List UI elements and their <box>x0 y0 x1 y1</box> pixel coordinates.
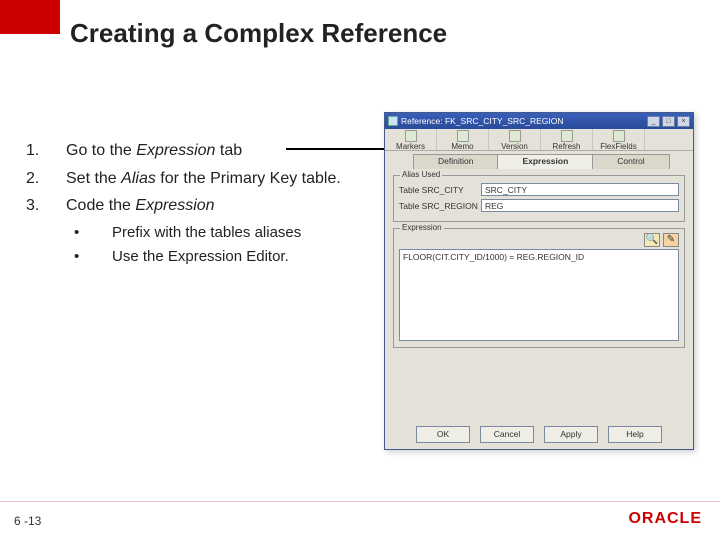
help-button[interactable]: Help <box>608 426 662 443</box>
toolbar-markers[interactable]: Markers <box>385 129 437 150</box>
alias-used-group: Alias Used Table SRC_CITY SRC_CITY Table… <box>393 175 685 222</box>
toolbar-flexfields[interactable]: FlexFields <box>593 129 645 150</box>
memo-icon <box>457 130 469 142</box>
expression-textarea[interactable]: FLOOR(CIT.CITY_ID/1000) = REG.REGION_ID <box>399 249 679 341</box>
dialog-tabs: Definition Expression Control <box>385 151 693 169</box>
divider <box>0 501 720 502</box>
step-number: 3. <box>26 195 66 217</box>
group-label: Alias Used <box>400 170 442 179</box>
steps-block: 1. Go to the Expression tab 2. Set the A… <box>26 140 376 271</box>
step-number: 1. <box>26 140 66 162</box>
bullet-icon: • <box>74 247 112 267</box>
bullet-text: Use the Expression Editor. <box>112 247 376 267</box>
bullet-text: Prefix with the tables aliases <box>112 223 376 243</box>
ok-button[interactable]: OK <box>416 426 470 443</box>
page-number: 6 -13 <box>14 514 41 528</box>
alias-row-label: Table SRC_REGION <box>399 201 481 211</box>
alias-src-city-field[interactable]: SRC_CITY <box>481 183 679 196</box>
expression-group: Expression 🔍 ✎ FLOOR(CIT.CITY_ID/1000) =… <box>393 228 685 348</box>
reference-dialog: Reference: FK_SRC_CITY_SRC_REGION _ □ × … <box>384 112 694 450</box>
dialog-buttons: OK Cancel Apply Help <box>385 426 693 443</box>
slide-title: Creating a Complex Reference <box>70 18 447 49</box>
pencil-icon[interactable]: ✎ <box>663 233 679 247</box>
flexfields-icon <box>613 130 625 142</box>
tab-control[interactable]: Control <box>592 154 669 169</box>
alias-src-region-field[interactable]: REG <box>481 199 679 212</box>
dialog-body: Alias Used Table SRC_CITY SRC_CITY Table… <box>385 169 693 348</box>
dialog-toolbar: Markers Memo Version Refresh FlexFields <box>385 129 693 151</box>
group-label: Expression <box>400 223 444 232</box>
dialog-title: Reference: FK_SRC_CITY_SRC_REGION <box>401 116 647 126</box>
toolbar-refresh[interactable]: Refresh <box>541 129 593 150</box>
markers-icon <box>405 130 417 142</box>
step-text: Code the Expression <box>66 195 376 217</box>
minimize-button[interactable]: _ <box>647 116 660 127</box>
app-icon <box>388 116 398 126</box>
oracle-logo: ORACLE <box>628 510 702 528</box>
tab-definition[interactable]: Definition <box>413 154 498 169</box>
alias-row-label: Table SRC_CITY <box>399 185 481 195</box>
close-button[interactable]: × <box>677 116 690 127</box>
cancel-button[interactable]: Cancel <box>480 426 534 443</box>
toolbar-memo[interactable]: Memo <box>437 129 489 150</box>
maximize-button[interactable]: □ <box>662 116 675 127</box>
brand-block <box>0 0 60 34</box>
bullet-icon: • <box>74 223 112 243</box>
dialog-titlebar[interactable]: Reference: FK_SRC_CITY_SRC_REGION _ □ × <box>385 113 693 129</box>
step-number: 2. <box>26 168 66 190</box>
toolbar-version[interactable]: Version <box>489 129 541 150</box>
step-text: Go to the Expression tab <box>66 140 376 162</box>
search-icon[interactable]: 🔍 <box>644 233 660 247</box>
step-text: Set the Alias for the Primary Key table. <box>66 168 376 190</box>
version-icon <box>509 130 521 142</box>
apply-button[interactable]: Apply <box>544 426 598 443</box>
tab-expression[interactable]: Expression <box>497 154 593 169</box>
refresh-icon <box>561 130 573 142</box>
